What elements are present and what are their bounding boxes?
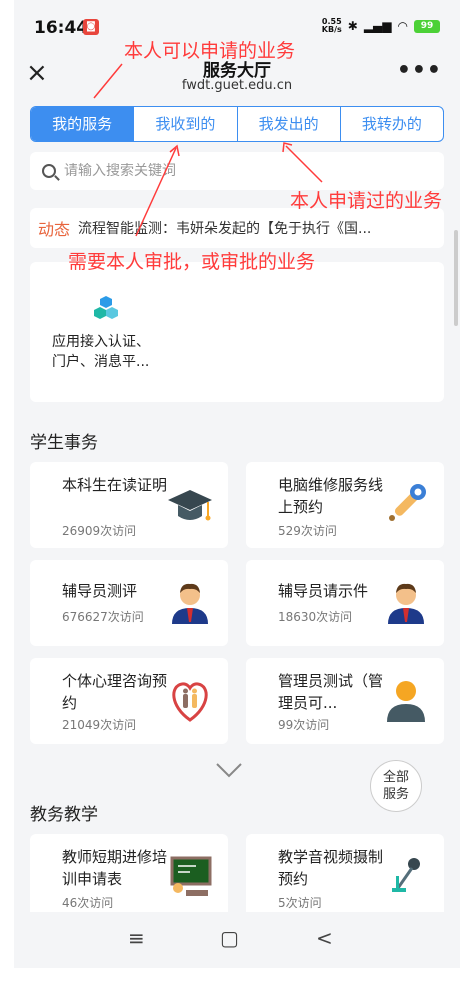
service-card[interactable]: 电脑维修服务线上预约 529次访问	[246, 462, 444, 548]
service-card-visits: 46次访问	[62, 896, 114, 910]
service-card-title: 辅导员请示件	[278, 582, 369, 600]
service-card-title: 个体心理咨询预约	[62, 672, 168, 712]
tab-my-services[interactable]: 我的服务	[31, 107, 135, 141]
signal-icon: ▂▄▆	[363, 19, 392, 33]
blackboard-icon	[170, 856, 212, 896]
counselor-avatar-icon	[388, 583, 424, 624]
status-time: 16:44	[34, 18, 89, 38]
system-nav-bar: ≡ ▢ <	[14, 912, 460, 968]
phone-screen: 16:44 ◙ 0.55 KB/s ✱ ▂▄▆ ◠ 99 × 服务大厅 fwdt…	[14, 0, 460, 968]
all-services-button[interactable]: 全部 服务	[370, 760, 422, 812]
tab-sent[interactable]: 我发出的	[238, 107, 341, 141]
featured-app-card[interactable]: 应用接入认证、 门户、消息平...	[30, 262, 444, 402]
all-services-label-line1: 全部	[382, 770, 409, 785]
service-card-title: 电脑维修服务线上预约	[278, 476, 384, 516]
news-text: 流程智能监测：韦妍朵发起的【免于执行《国...	[78, 221, 372, 237]
service-card-title: 本科生在读证明	[62, 476, 168, 494]
service-card[interactable]: 个体心理咨询预约 21049次访问	[30, 658, 228, 744]
annotation-approval: 需要本人审批，或审批的业务	[68, 251, 316, 273]
chevron-down-icon[interactable]	[215, 760, 243, 780]
featured-app-label-line1: 应用接入认证、	[52, 334, 150, 350]
service-card[interactable]: 教学音视频摄制预约 5次访问	[246, 834, 444, 920]
all-services-label-line2: 服务	[382, 787, 409, 802]
service-card-visits: 18630次访问	[278, 610, 353, 624]
user-icon	[387, 681, 425, 722]
service-card[interactable]: 管理员测试（管理员可... 99次访问	[246, 658, 444, 744]
service-card-visits: 99次访问	[278, 718, 330, 732]
service-card-title: 管理员测试（管理员可...	[278, 672, 384, 712]
bluetooth-icon: ✱	[347, 19, 358, 33]
service-card-title: 教师短期进修培训申请表	[62, 848, 168, 888]
wifi-icon: ◠	[397, 19, 408, 33]
service-card-title: 教学音视频摄制预约	[278, 848, 384, 888]
service-card-title: 辅导员测评	[62, 582, 138, 600]
more-icon[interactable]: •••	[397, 58, 442, 83]
service-card[interactable]: 本科生在读证明 26909次访问	[30, 462, 228, 548]
service-card[interactable]: 辅导员请示件 18630次访问	[246, 560, 444, 646]
news-tag: 动态	[38, 220, 71, 239]
heart-icon	[172, 682, 208, 722]
network-speed-unit: KB/s	[321, 25, 342, 34]
service-card[interactable]: 辅导员测评 676627次访问	[30, 560, 228, 646]
status-indicators: 0.55 KB/s ✱ ▂▄▆ ◠ 99	[322, 18, 440, 34]
cubes-icon	[94, 296, 118, 319]
annotation-applied: 本人申请过的业务	[290, 190, 443, 212]
featured-app-label: 应用接入认证、 门户、消息平...	[52, 332, 182, 372]
service-card-visits: 676627次访问	[62, 610, 144, 624]
tab-received[interactable]: 我收到的	[134, 107, 238, 141]
news-ticker[interactable]: 动态 流程智能监测：韦妍朵发起的【免于执行《国...	[30, 208, 444, 248]
service-card[interactable]: 教师短期进修培训申请表 46次访问	[30, 834, 228, 920]
graduation-cap-icon	[168, 490, 212, 521]
service-card-visits: 21049次访问	[62, 718, 137, 732]
search-input[interactable]	[64, 163, 424, 179]
battery-icon: 99	[414, 19, 440, 33]
annotation-can-apply: 本人可以申请的业务	[124, 40, 296, 62]
search-icon	[42, 164, 56, 178]
network-speed: 0.55 KB/s	[322, 18, 342, 34]
menu-icon[interactable]: ≡	[128, 926, 145, 950]
section-title-teaching: 教务教学	[30, 805, 98, 825]
search-bar	[30, 152, 444, 190]
service-card-visits: 5次访问	[278, 896, 322, 910]
wrench-icon	[389, 484, 426, 521]
scrollbar[interactable]	[454, 230, 458, 326]
page-url: fwdt.guet.edu.cn	[181, 78, 293, 93]
home-icon[interactable]: ▢	[220, 926, 239, 950]
service-card-visits: 529次访问	[278, 524, 337, 538]
service-card-visits: 26909次访问	[62, 524, 137, 538]
counselor-avatar-icon	[172, 583, 208, 624]
featured-app-label-line2: 门户、消息平...	[52, 354, 150, 370]
service-tabs: 我的服务 我收到的 我发出的 我转办的	[30, 106, 444, 142]
microphone-icon	[392, 858, 420, 892]
back-icon[interactable]: <	[316, 926, 333, 950]
section-title-student-affairs: 学生事务	[30, 433, 98, 453]
notification-app-icon: ◙	[83, 19, 99, 35]
tab-transferred[interactable]: 我转办的	[341, 107, 443, 141]
